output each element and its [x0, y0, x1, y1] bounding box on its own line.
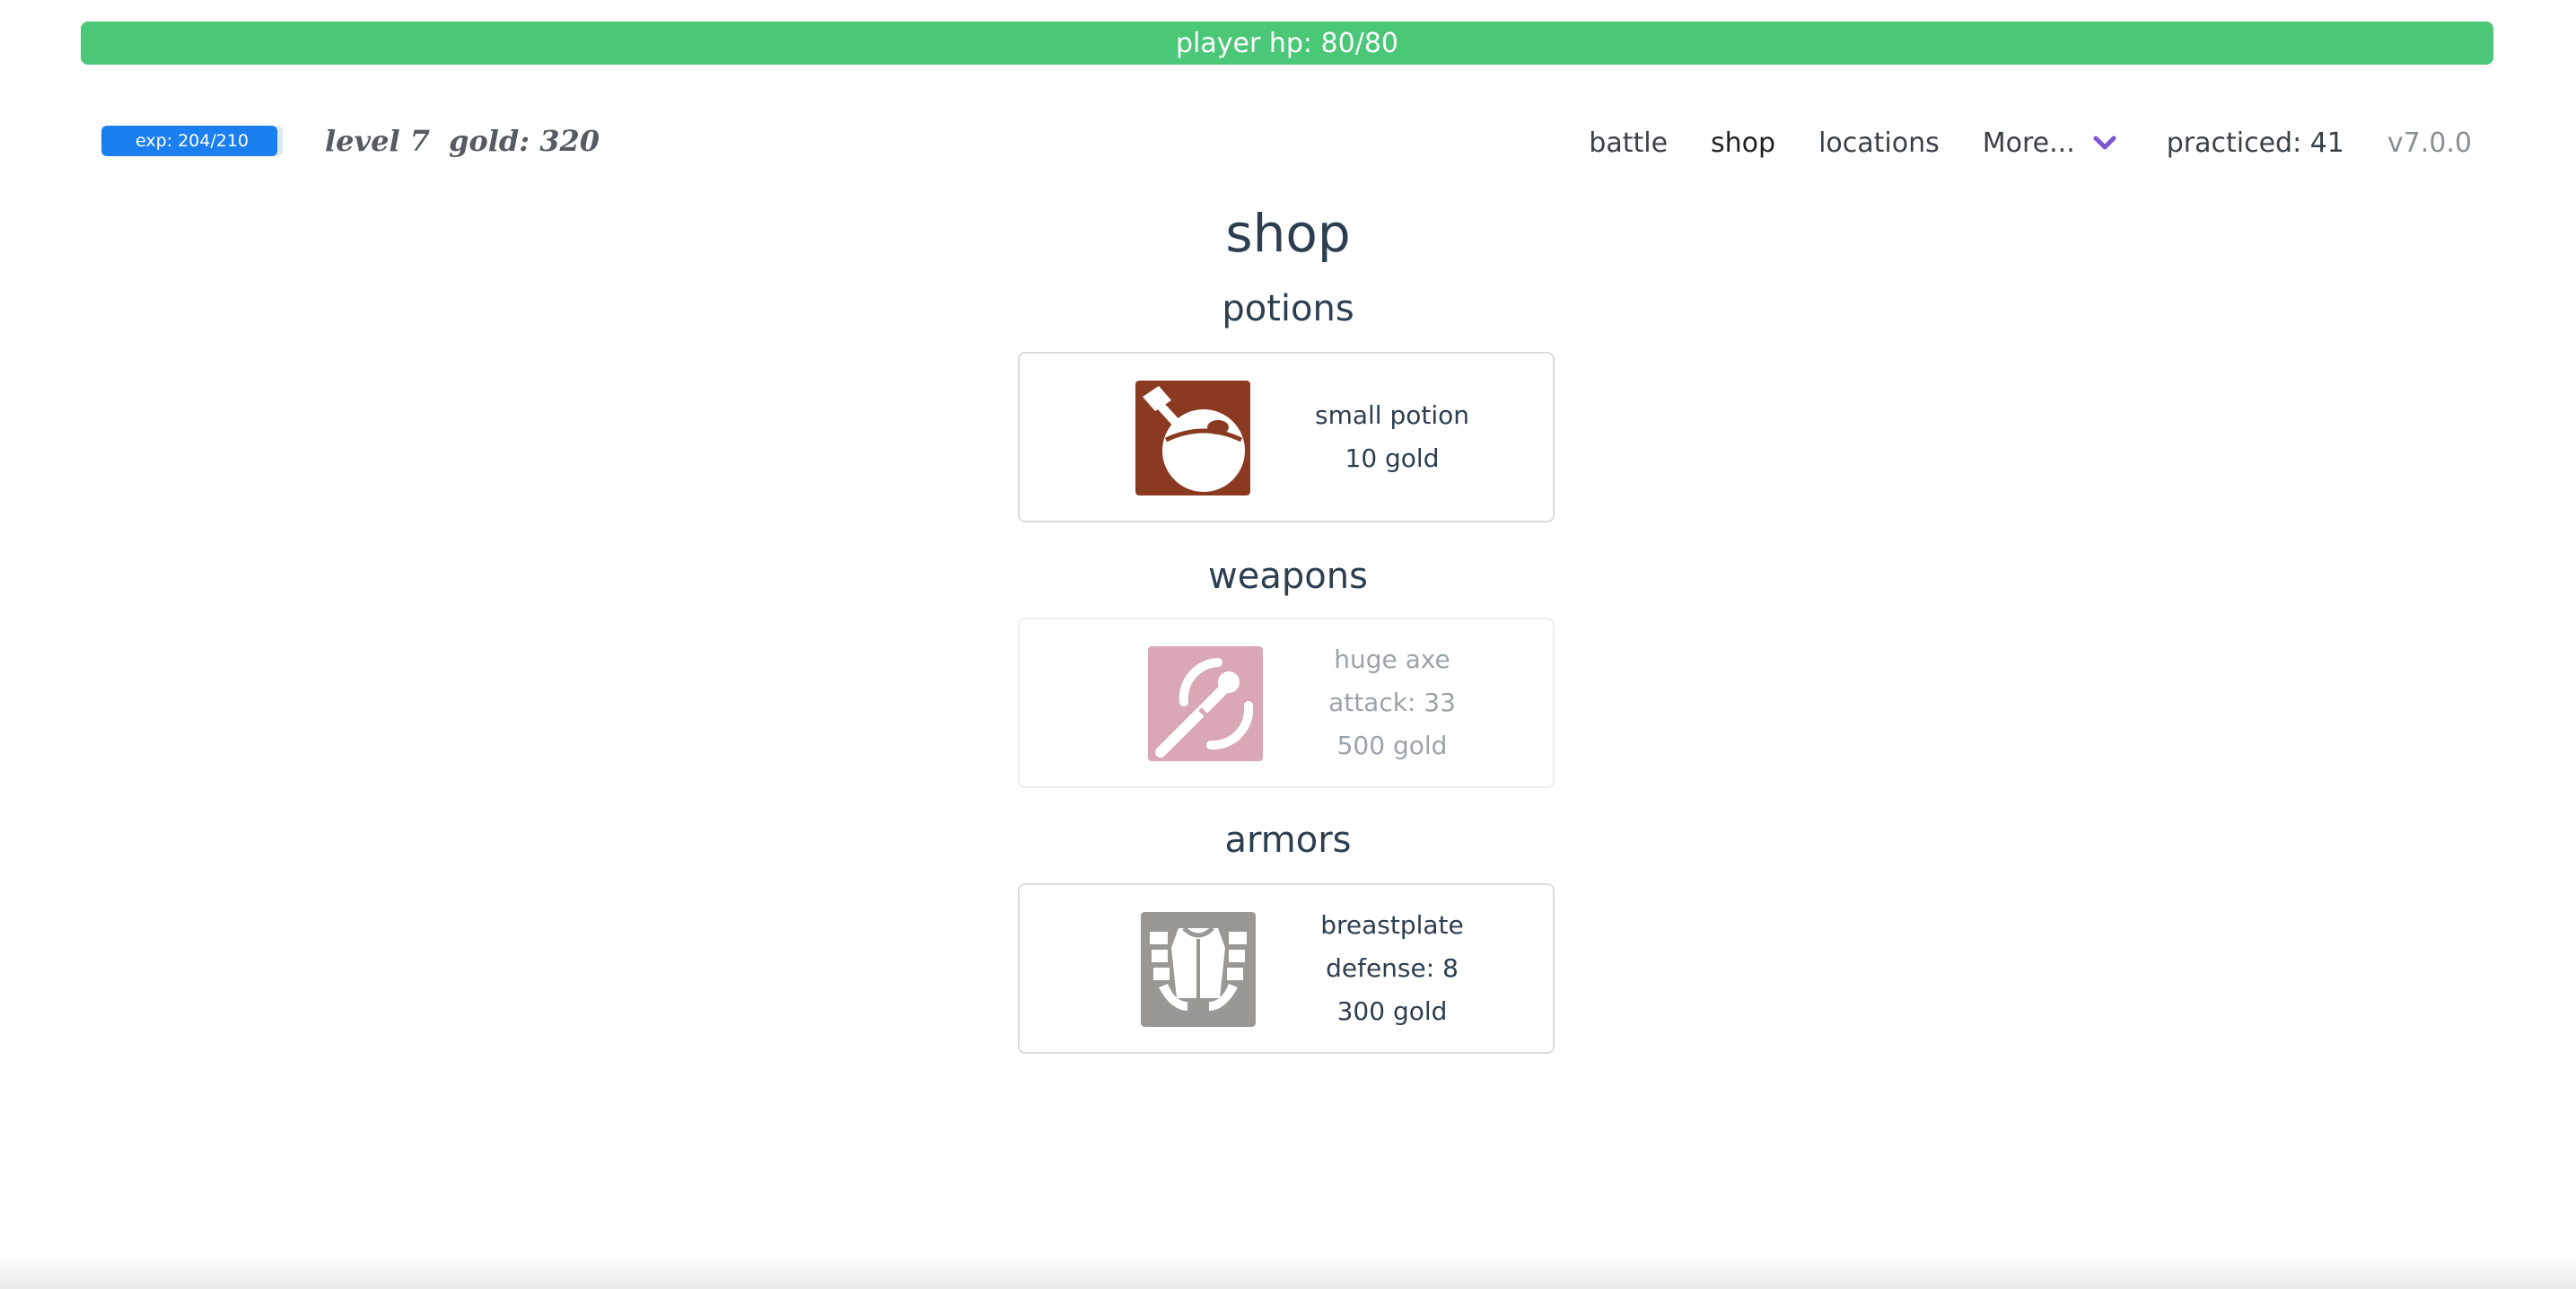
- item-attack: attack: 33: [1328, 688, 1456, 717]
- item-defense: defense: 8: [1326, 953, 1459, 983]
- item-name: breastplate: [1320, 910, 1464, 940]
- item-name: huge axe: [1334, 644, 1450, 674]
- item-name: small potion: [1314, 400, 1470, 430]
- main-nav: battle shop locations More... practiced:…: [1546, 122, 2472, 163]
- item-details: breastplate defense: 8 300 gold: [1289, 885, 1495, 1052]
- shop-item-breastplate[interactable]: breastplate defense: 8 300 gold: [1018, 883, 1555, 1054]
- page-bottom-shadow: [0, 1253, 2576, 1289]
- nav-more-label: More...: [1982, 127, 2075, 159]
- nav-item-locations[interactable]: locations: [1818, 127, 1940, 159]
- player-hp-bar: player hp: 80/80: [81, 22, 2493, 65]
- section-title-weapons: weapons: [1208, 556, 1368, 597]
- chevron-down-icon: [2093, 136, 2116, 150]
- exp-progress-bar: exp: 204/210: [101, 126, 283, 156]
- axe-icon: [1148, 646, 1263, 761]
- item-price: 300 gold: [1336, 996, 1448, 1026]
- nav-item-shop[interactable]: shop: [1711, 127, 1775, 159]
- item-price: 500 gold: [1336, 731, 1448, 760]
- item-details: huge axe attack: 33 500 gold: [1289, 619, 1495, 786]
- section-title-armors: armors: [1224, 820, 1352, 861]
- item-details: small potion 10 gold: [1289, 354, 1495, 521]
- section-title-potions: potions: [1222, 288, 1354, 329]
- nav-item-battle[interactable]: battle: [1589, 127, 1668, 159]
- practiced-count: practiced: 41: [2166, 127, 2344, 159]
- player-hp-label: player hp: 80/80: [1176, 28, 1398, 59]
- app-version: v7.0.0: [2387, 127, 2472, 159]
- breastplate-icon: [1141, 912, 1256, 1027]
- shop-item-huge-axe: huge axe attack: 33 500 gold: [1018, 618, 1555, 788]
- exp-label: exp: 204/210: [135, 131, 250, 151]
- page-title: shop: [1225, 203, 1351, 264]
- item-price: 10 gold: [1345, 443, 1440, 473]
- shop-item-small-potion[interactable]: small potion 10 gold: [1018, 352, 1555, 522]
- player-gold: gold: 320: [449, 124, 600, 158]
- nav-more-dropdown[interactable]: More...: [1983, 127, 2116, 159]
- player-level: level 7: [325, 124, 431, 158]
- potion-icon: [1135, 381, 1250, 495]
